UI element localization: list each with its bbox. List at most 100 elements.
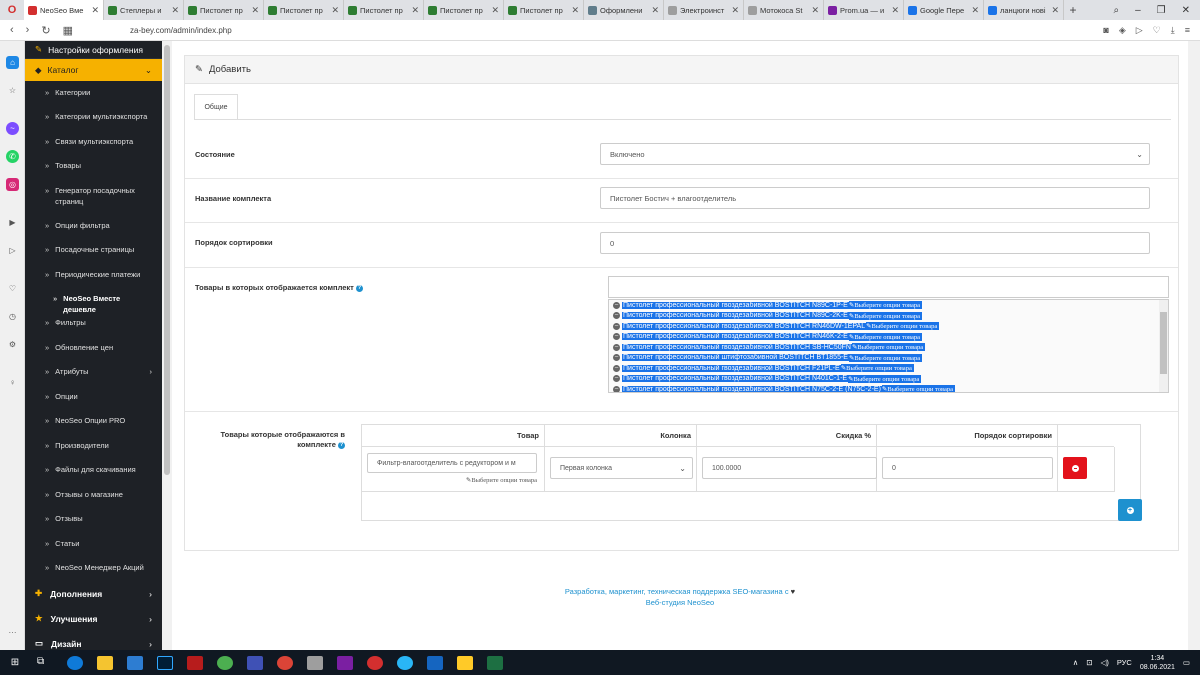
sidebar-subitem[interactable]: » Категории мультиэкспорта bbox=[25, 105, 162, 130]
add-row-button[interactable]: + bbox=[1118, 499, 1142, 521]
help-icon[interactable]: ? bbox=[338, 441, 345, 449]
search-tabs-icon[interactable]: ⌕ bbox=[1113, 5, 1119, 16]
browser-tab[interactable]: Оформлени ✕ bbox=[584, 0, 664, 20]
kit-name-input[interactable]: Пистолет Бостич + влагоотделитель bbox=[600, 187, 1150, 209]
remove-product-icon[interactable]: – bbox=[613, 354, 620, 362]
whatsapp-icon[interactable]: ✆ bbox=[6, 150, 19, 163]
product-options-link[interactable]: ✎Выберите опции товара bbox=[881, 385, 956, 392]
browser-tab[interactable]: ланцюги нові ✕ bbox=[984, 0, 1064, 20]
telegram-icon[interactable] bbox=[397, 655, 413, 670]
sidebar-subitem[interactable]: » Товары bbox=[25, 154, 162, 179]
sidebar-subitem[interactable]: » Производители bbox=[25, 434, 162, 458]
sidebar-subitem[interactable]: » Отзывы о магазине bbox=[25, 483, 162, 507]
product-autocomplete-input[interactable] bbox=[608, 276, 1169, 298]
remove-product-icon[interactable]: – bbox=[613, 385, 620, 392]
close-window-icon[interactable]: ✕ bbox=[1182, 5, 1190, 16]
close-tab-icon[interactable]: ✕ bbox=[651, 5, 659, 16]
close-tab-icon[interactable]: ✕ bbox=[331, 5, 339, 16]
download-icon[interactable]: ⤓ bbox=[1171, 25, 1175, 36]
browser-tab[interactable]: Пистолет пр ✕ bbox=[424, 0, 504, 20]
sidebar-subitem[interactable]: » Фильтры bbox=[25, 311, 162, 336]
heart-icon[interactable]: ♡ bbox=[1153, 25, 1161, 36]
product-options-link[interactable]: ✎Выберите опции товара bbox=[866, 322, 940, 331]
sidebar-subitem[interactable]: » Файлы для скачивания bbox=[25, 458, 162, 483]
viber-icon[interactable] bbox=[337, 655, 353, 670]
edge-icon[interactable] bbox=[67, 655, 83, 670]
sidebar-subitem[interactable]: » Посадочные страницы bbox=[25, 238, 162, 263]
product-options-link[interactable]: ✎Выберите опции товара bbox=[848, 353, 923, 362]
browser-tab[interactable]: Prom.ua — и ✕ bbox=[824, 0, 904, 20]
close-tab-icon[interactable]: ✕ bbox=[91, 5, 99, 16]
restore-icon[interactable]: ❐ bbox=[1157, 5, 1166, 16]
settings-icon[interactable]: ⚙ bbox=[6, 338, 19, 351]
sidebar-subitem[interactable]: » Статьи bbox=[25, 532, 162, 556]
filezilla-icon[interactable] bbox=[187, 655, 203, 670]
folder-icon[interactable] bbox=[457, 655, 473, 670]
opera-icon[interactable] bbox=[367, 655, 383, 670]
app-icon[interactable] bbox=[217, 655, 233, 670]
explorer-icon[interactable] bbox=[97, 655, 113, 670]
product-options-link[interactable]: ✎Выберите опции товара bbox=[848, 374, 922, 383]
remove-row-button[interactable] bbox=[1063, 457, 1087, 479]
calculator-icon[interactable] bbox=[427, 655, 443, 670]
messenger-icon[interactable]: ~ bbox=[6, 122, 19, 135]
tab-general[interactable]: Общие bbox=[194, 94, 238, 120]
home-icon[interactable]: ⌂ bbox=[6, 56, 19, 69]
close-tab-icon[interactable]: ✕ bbox=[171, 5, 179, 16]
sidebar-subitem[interactable]: » Категории bbox=[25, 81, 162, 105]
row-column-select[interactable]: Первая колонка ⌄ bbox=[550, 457, 693, 479]
chevron-up-icon[interactable]: ∧ bbox=[1073, 658, 1079, 667]
sidebar-subitem[interactable]: » Атрибуты › bbox=[25, 360, 162, 385]
product-options-link[interactable]: ✎Выберите опции товара bbox=[848, 301, 922, 310]
menu-icon[interactable]: ≡ bbox=[1185, 25, 1190, 36]
sidebar-subitem[interactable]: » Опции фильтра bbox=[25, 214, 162, 238]
sidebar-item-design-settings[interactable]: ✎ Настройки оформления bbox=[25, 41, 162, 59]
url-field[interactable]: za-bey.com/admin/index.php bbox=[130, 26, 232, 35]
browser-tab[interactable]: Степлеры и ✕ bbox=[104, 0, 184, 20]
browser-tab[interactable]: Пистолет пр ✕ bbox=[184, 0, 264, 20]
history-icon[interactable]: ◷ bbox=[6, 310, 19, 323]
browser-tab[interactable]: Мотокоса St ✕ bbox=[744, 0, 824, 20]
photoshop-icon[interactable] bbox=[157, 655, 173, 670]
close-tab-icon[interactable]: ✕ bbox=[731, 5, 739, 16]
more-icon[interactable]: ··· bbox=[6, 626, 19, 639]
back-icon[interactable]: ‹ bbox=[10, 24, 14, 37]
remove-product-icon[interactable]: – bbox=[613, 322, 620, 330]
network-icon[interactable]: ⊡ bbox=[1086, 658, 1092, 667]
new-tab-icon[interactable]: + bbox=[1064, 3, 1082, 17]
close-tab-icon[interactable]: ✕ bbox=[491, 5, 499, 16]
minimize-icon[interactable]: – bbox=[1135, 5, 1141, 16]
task-view-icon[interactable]: ⧉ bbox=[37, 656, 53, 670]
product-options-link[interactable]: ✎Выберите опции товара bbox=[851, 343, 926, 352]
browser-tab[interactable]: Google Пере ✕ bbox=[904, 0, 984, 20]
remove-product-icon[interactable]: – bbox=[613, 301, 620, 309]
sidebar-scroll-thumb[interactable] bbox=[164, 45, 170, 475]
reload-icon[interactable]: ↻ bbox=[41, 24, 50, 37]
row-sort-input[interactable]: 0 bbox=[882, 457, 1053, 479]
language-indicator[interactable]: РУС bbox=[1117, 658, 1132, 667]
shield-icon[interactable]: ◈ bbox=[1119, 25, 1126, 36]
clock[interactable]: 1:34 08.06.2021 bbox=[1140, 654, 1175, 672]
excel-icon[interactable] bbox=[487, 655, 503, 670]
row-discount-input[interactable]: 100.0000 bbox=[702, 457, 877, 479]
chrome-icon[interactable] bbox=[277, 655, 293, 670]
sidebar-group[interactable]: ★ Улучшения › bbox=[25, 606, 162, 631]
notepad-icon[interactable] bbox=[247, 655, 263, 670]
star-icon[interactable]: ☆ bbox=[6, 84, 19, 97]
browser-tab[interactable]: Пистолет пр ✕ bbox=[344, 0, 424, 20]
close-tab-icon[interactable]: ✕ bbox=[411, 5, 419, 16]
sidebar-item-catalog[interactable]: ◆ Каталог ⌄ bbox=[25, 59, 162, 81]
browser-tab[interactable]: Электроинст ✕ bbox=[664, 0, 744, 20]
product-options-link[interactable]: ✎Выберите опции товара bbox=[848, 332, 922, 341]
product-options-link[interactable]: ✎Выберите опции товара bbox=[848, 311, 922, 320]
remove-product-icon[interactable]: – bbox=[613, 333, 620, 341]
remove-product-icon[interactable]: – bbox=[613, 343, 620, 351]
sidebar-group[interactable]: ✚ Дополнения › bbox=[25, 581, 162, 606]
camera-icon[interactable]: ◙ bbox=[1103, 25, 1108, 36]
page-scrollbar[interactable] bbox=[1188, 41, 1200, 650]
sidebar-group[interactable]: ▭ Дизайн › bbox=[25, 631, 162, 650]
forward-icon[interactable]: › bbox=[26, 24, 30, 37]
remove-product-icon[interactable]: – bbox=[613, 364, 620, 372]
start-icon[interactable]: ⊞ bbox=[0, 657, 30, 668]
remove-product-icon[interactable]: – bbox=[613, 312, 620, 320]
